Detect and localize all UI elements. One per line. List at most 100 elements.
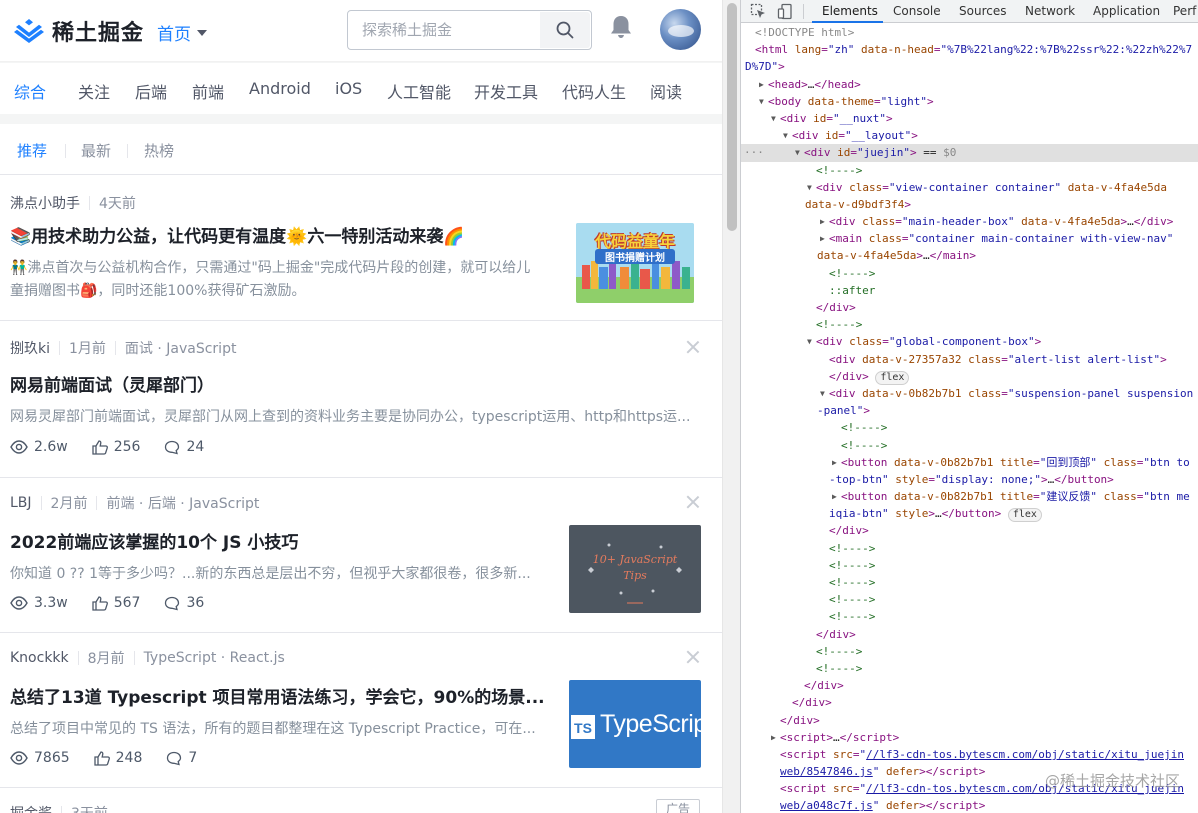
dom-node[interactable]: data-v-d9bdf3f4>	[741, 196, 1198, 213]
article-tags[interactable]: 前端 · 后端 · JavaScript	[106, 493, 259, 513]
dom-node[interactable]: -panel">	[741, 402, 1198, 419]
dom-node[interactable]: ▼ <div class="global-component-box">	[741, 333, 1198, 350]
nav-item-ios[interactable]: iOS	[335, 79, 362, 98]
article-title[interactable]: 2022前端应该掌握的10个 JS 小技巧	[10, 528, 298, 553]
article-tags[interactable]: TypeScript · React.js	[144, 650, 285, 666]
article-item[interactable]: Knockkk 8月前 TypeScript · React.js 总结了13道…	[0, 648, 722, 788]
dom-node[interactable]: ▶ <main class="container main-container w…	[741, 230, 1198, 247]
likes-stat[interactable]: 256	[92, 439, 140, 455]
nav-item-ai[interactable]: 人工智能	[387, 79, 451, 103]
dom-node[interactable]: ▶ <button data-v-0b82b7b1 title="建议反馈" cl…	[741, 488, 1198, 505]
nav-item-devtools[interactable]: 开发工具	[474, 79, 538, 103]
dom-node[interactable]: ▼ <div id="__layout">	[741, 127, 1198, 144]
tab-console[interactable]: Console	[893, 4, 941, 18]
nav-item-code-life[interactable]: 代码人生	[562, 79, 626, 103]
article-item[interactable]: 沸点小助手 4天前 📚用技术助力公益，让代码更有温度🌞六一特别活动来袭🌈 👬沸点…	[0, 186, 722, 321]
dismiss-icon[interactable]	[686, 650, 700, 664]
nav-item-backend[interactable]: 后端	[135, 79, 167, 103]
article-title[interactable]: 网易前端面试（灵犀部门）	[10, 371, 214, 396]
article-author[interactable]: 掘金酱	[10, 803, 52, 813]
dom-node[interactable]: ▼ <body data-theme="light">	[741, 93, 1198, 110]
article-item[interactable]: 掘金酱 3天前 广告	[0, 799, 722, 813]
article-author[interactable]: Knockkk	[10, 650, 69, 666]
nav-item-recommended[interactable]: 综合	[14, 79, 46, 103]
article-tags[interactable]: 面试 · JavaScript	[125, 338, 237, 358]
tab-elements[interactable]: Elements	[822, 4, 878, 18]
dom-node[interactable]: <!---->	[741, 437, 1198, 454]
nav-item-android[interactable]: Android	[249, 79, 311, 98]
dom-node[interactable]: ▶ <button data-v-0b82b7b1 title="回到顶部" cl…	[741, 454, 1198, 471]
search-button[interactable]	[540, 12, 590, 48]
article-item[interactable]: LBJ 2月前 前端 · 后端 · JavaScript 2022前端应该掌握的…	[0, 493, 722, 633]
dom-node[interactable]: ▼ <div class="view-container container" d…	[741, 179, 1198, 196]
dom-node[interactable]: D%7D">	[741, 58, 1198, 75]
dom-node[interactable]: <!---->	[741, 557, 1198, 574]
nav-item-frontend[interactable]: 前端	[192, 79, 224, 103]
notification-button[interactable]	[609, 14, 633, 44]
dismiss-icon[interactable]	[686, 340, 700, 354]
dom-node[interactable]: <!---->	[741, 574, 1198, 591]
dom-node[interactable]: <!---->	[741, 419, 1198, 436]
dom-node[interactable]: <!---->	[741, 608, 1198, 625]
likes-stat[interactable]: 248	[93, 750, 142, 766]
flex-badge[interactable]: flex	[875, 370, 910, 385]
tab-application[interactable]: Application	[1093, 4, 1160, 18]
dom-node[interactable]: <!---->	[741, 660, 1198, 677]
dom-node-selected[interactable]: ··· ▼ <div id="juejin"> == $0	[741, 144, 1198, 162]
dom-node[interactable]: </div>	[741, 694, 1198, 711]
dom-node[interactable]: <div data-v-27357a32 class="alert-list a…	[741, 351, 1198, 368]
comments-stat[interactable]: 7	[166, 750, 197, 766]
flex-badge[interactable]: flex	[1007, 508, 1042, 523]
nav-item-following[interactable]: 关注	[78, 79, 110, 103]
tab-performance[interactable]: Perf	[1173, 4, 1196, 18]
dom-node[interactable]: -top-btn" style="display: none;">…</butt…	[741, 471, 1198, 488]
dom-node[interactable]: ▼ <div data-v-0b82b7b1 class="suspension-…	[741, 385, 1198, 402]
nav-item-reading[interactable]: 阅读	[650, 79, 682, 103]
site-logo[interactable]: 稀土掘金	[14, 15, 144, 47]
dom-node[interactable]: ::after	[741, 282, 1198, 299]
dismiss-icon[interactable]	[686, 495, 700, 509]
article-thumbnail[interactable]: TS TypeScript	[569, 680, 701, 768]
dom-node[interactable]: <!---->	[741, 162, 1198, 179]
likes-stat[interactable]: 567	[92, 595, 140, 611]
article-title[interactable]: 总结了13道 Typescript 项目常用语法练习，学会它，90%的场景...	[10, 683, 545, 708]
article-author[interactable]: 捌玖ki	[10, 338, 50, 358]
scrollbar-thumb[interactable]	[727, 3, 737, 231]
dom-node[interactable]: ▶ <script>…</script>	[741, 729, 1198, 746]
article-author[interactable]: 沸点小助手	[10, 193, 80, 213]
dom-node[interactable]: </div>	[741, 712, 1198, 729]
article-title[interactable]: 📚用技术助力公益，让代码更有温度🌞六一特别活动来袭🌈	[10, 222, 465, 247]
dom-node[interactable]: ▼ <div id="__nuxt">	[741, 110, 1198, 127]
article-thumbnail[interactable]: 代码益童年 图书捐赠计划	[576, 223, 694, 303]
article-item[interactable]: 捌玖ki 1月前 面试 · JavaScript 网易前端面试（灵犀部门） 网易…	[0, 338, 722, 478]
tab-sources[interactable]: Sources	[959, 4, 1006, 18]
dom-node[interactable]: <!---->	[741, 591, 1198, 608]
tab-hot[interactable]: 热榜	[144, 140, 174, 161]
comments-stat[interactable]: 24	[164, 439, 204, 455]
dom-node[interactable]: iqia-btn" style>…</button> flex	[741, 505, 1198, 523]
tab-latest[interactable]: 最新	[81, 140, 111, 161]
dom-node[interactable]: <!---->	[741, 643, 1198, 660]
tab-network[interactable]: Network	[1025, 4, 1075, 18]
dom-node[interactable]: ▶ <head>…</head>	[741, 76, 1198, 93]
page-scrollbar[interactable]	[722, 0, 740, 813]
tab-recommend[interactable]: 推荐	[17, 140, 47, 161]
dom-node[interactable]: </div>	[741, 677, 1198, 694]
dom-node[interactable]: data-v-4fa4e5da>…</main>	[741, 247, 1198, 264]
inspect-element-button[interactable]	[750, 3, 767, 20]
user-avatar[interactable]	[660, 9, 701, 50]
device-toolbar-button[interactable]	[777, 3, 794, 20]
dom-node[interactable]: <!---->	[741, 316, 1198, 333]
dom-node[interactable]: <!DOCTYPE html>	[741, 24, 1198, 41]
dom-node[interactable]: </div>	[741, 522, 1198, 539]
article-author[interactable]: LBJ	[10, 495, 32, 511]
comments-stat[interactable]: 36	[164, 595, 204, 611]
dom-node[interactable]: web/a048c7f.js" defer></script>	[741, 797, 1198, 813]
dom-node[interactable]: ▶ <div class="main-header-box" data-v-4fa…	[741, 213, 1198, 230]
article-thumbnail[interactable]: 10+ JavaScript Tips	[569, 525, 701, 613]
dom-node[interactable]: <script src="//lf3-cdn-tos.bytescm.com/o…	[741, 746, 1198, 763]
home-dropdown[interactable]: 首页	[157, 20, 207, 45]
search-input[interactable]	[349, 12, 539, 48]
dom-node[interactable]: <!---->	[741, 540, 1198, 557]
dom-node[interactable]: </div>	[741, 626, 1198, 643]
